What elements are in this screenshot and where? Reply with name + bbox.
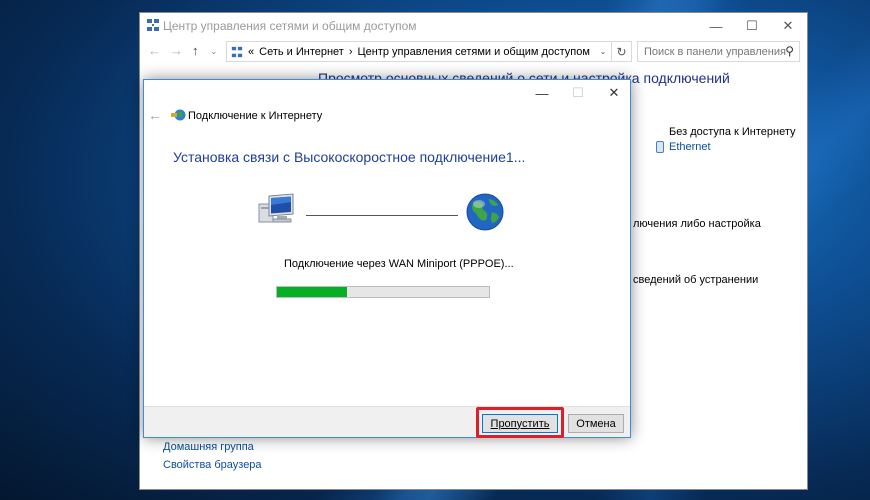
setup-connection-text: лючения либо настройка: [633, 218, 761, 230]
back-arrow-icon[interactable]: ←: [148, 43, 161, 58]
dialog-back-arrow-icon[interactable]: ←: [148, 107, 162, 123]
dialog-heading: Установка связи с Высокоскоростное подкл…: [173, 149, 526, 165]
dialog-maximize-button: ☐: [572, 85, 584, 100]
dialog-title: Подключение к Интернету: [188, 110, 323, 122]
ethernet-link[interactable]: Ethernet: [669, 141, 711, 153]
skip-button[interactable]: Пропустить: [482, 414, 558, 433]
address-dropdown-icon[interactable]: ⌄: [595, 42, 611, 61]
cp-navigation-bar: ← → ↑ ⌄ « Сеть и Интернет › Центр управл…: [140, 39, 807, 65]
computer-icon: [258, 193, 294, 223]
breadcrumb-network-center[interactable]: Центр управления сетями и общим доступом: [358, 46, 590, 58]
connection-progress-bar: [276, 286, 490, 298]
ethernet-icon: [656, 141, 664, 153]
internet-connection-icon: [171, 109, 186, 121]
cp-minimize-button[interactable]: —: [698, 13, 734, 39]
progress-fill: [277, 287, 347, 297]
cp-close-button[interactable]: ✕: [770, 13, 806, 39]
cp-window-title: Центр управления сетями и общим доступом: [163, 19, 417, 33]
connection-status-text: Подключение через WAN Miniport (PPPOE)..…: [284, 258, 514, 270]
address-bar[interactable]: « Сеть и Интернет › Центр управления сет…: [226, 41, 612, 62]
internet-connection-dialog: — ☐ ✕ ← Подключение к Интернету Установк…: [143, 79, 631, 438]
search-icon[interactable]: ⚲: [785, 44, 794, 58]
cp-titlebar: Центр управления сетями и общим доступом…: [140, 13, 807, 39]
breadcrumb-overflow[interactable]: «: [248, 46, 254, 58]
recent-dropdown-icon[interactable]: ⌄: [210, 46, 218, 57]
access-type-value: Без доступа к Интернету: [669, 126, 796, 138]
troubleshoot-text: сведений об устранении: [633, 274, 759, 286]
globe-icon: [466, 193, 504, 231]
up-arrow-icon[interactable]: ↑: [192, 43, 199, 58]
search-placeholder: Поиск в панели управления: [644, 45, 786, 58]
dialog-minimize-button[interactable]: —: [524, 80, 560, 106]
forward-arrow-icon[interactable]: →: [170, 43, 183, 58]
refresh-button[interactable]: ↻: [612, 41, 632, 62]
cancel-button[interactable]: Отмена: [568, 414, 624, 433]
homegroup-link[interactable]: Домашняя группа: [163, 441, 254, 453]
connection-line: [306, 215, 458, 216]
network-center-icon: [147, 19, 159, 31]
breadcrumb-network-internet[interactable]: Сеть и Интернет: [259, 46, 344, 58]
breadcrumb-separator: ›: [348, 45, 353, 58]
browser-properties-link[interactable]: Свойства браузера: [163, 459, 262, 471]
cp-maximize-button[interactable]: ☐: [734, 13, 770, 39]
dialog-close-button[interactable]: ✕: [596, 80, 632, 106]
control-panel-icon: [231, 46, 243, 57]
search-input[interactable]: Поиск в панели управления ⚲: [637, 41, 800, 62]
